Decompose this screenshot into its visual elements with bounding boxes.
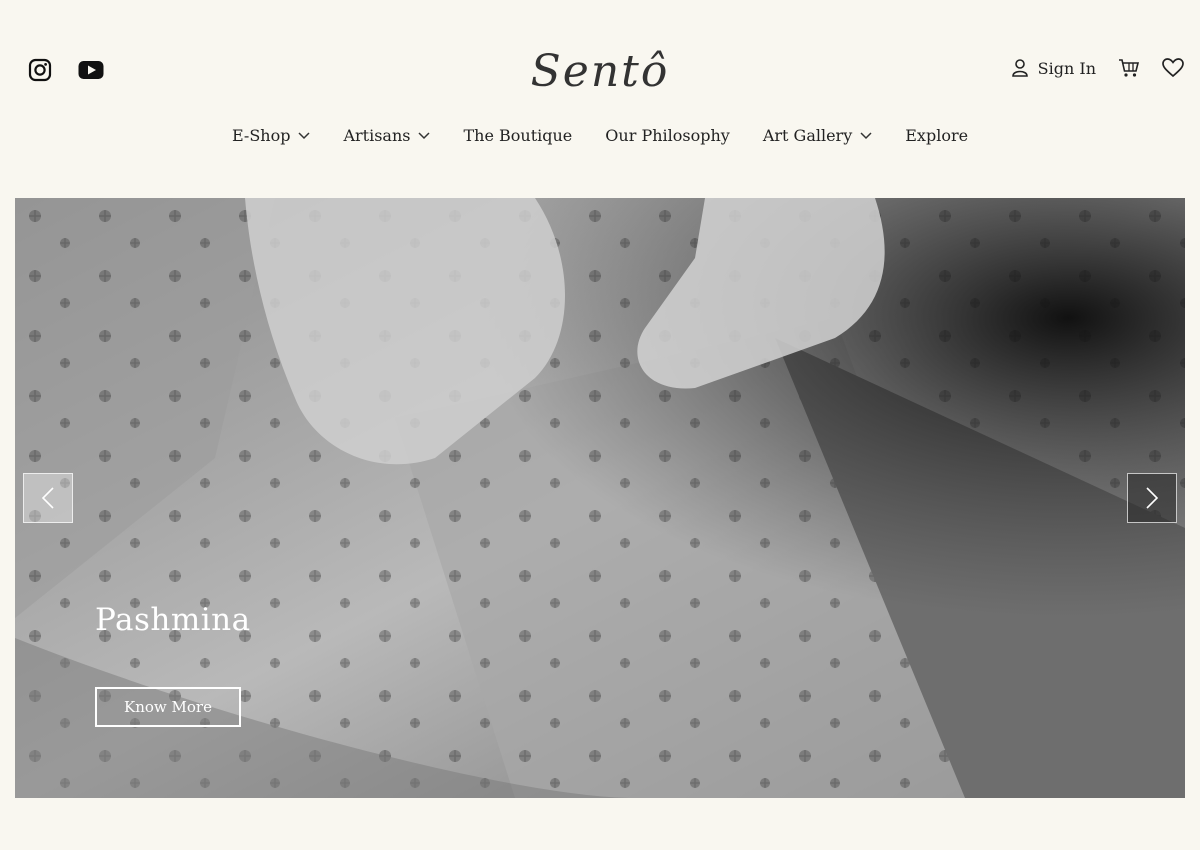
nav-label: Art Gallery — [762, 126, 853, 145]
nav-label: Explore — [905, 126, 969, 145]
carousel-next-button[interactable] — [1127, 473, 1177, 523]
nav-item-explore[interactable]: Explore — [905, 126, 968, 145]
sign-in-link[interactable]: Sign In — [1011, 58, 1096, 78]
chevron-down-icon — [298, 131, 310, 139]
nav-item-the-boutique[interactable]: The Boutique — [463, 126, 572, 145]
chevron-right-icon — [1146, 487, 1159, 509]
nav-label: Our Philosophy — [605, 126, 730, 145]
account-area: Sign In — [1011, 58, 1184, 78]
carousel-prev-button[interactable] — [23, 473, 73, 523]
nav-item-art-gallery[interactable]: Art Gallery — [763, 126, 872, 145]
cart-icon[interactable] — [1118, 58, 1140, 78]
nav-label: The Boutique — [463, 126, 573, 145]
chevron-down-icon — [860, 131, 872, 139]
heart-icon[interactable] — [1162, 58, 1184, 78]
nav-label: E-Shop — [231, 126, 291, 145]
site-header: Sentô Sign In E-Shop Artisans The Boutiq… — [0, 0, 1200, 198]
nav-item-our-philosophy[interactable]: Our Philosophy — [605, 126, 730, 145]
chevron-left-icon — [41, 487, 54, 509]
user-icon — [1011, 59, 1028, 77]
nav-item-artisans[interactable]: Artisans — [343, 126, 431, 145]
logo-text: Sentô — [530, 46, 670, 97]
sign-in-label: Sign In — [1037, 58, 1096, 78]
main-nav: E-Shop Artisans The Boutique Our Philoso… — [0, 126, 1200, 145]
chevron-down-icon — [418, 131, 431, 139]
nav-item-e-shop[interactable]: E-Shop — [232, 126, 311, 145]
know-more-button[interactable]: Know More — [95, 687, 241, 727]
hero-carousel: Pashmina Know More — [15, 198, 1185, 798]
nav-label: Artisans — [343, 126, 411, 145]
slide-title: Pashmina — [95, 602, 251, 638]
